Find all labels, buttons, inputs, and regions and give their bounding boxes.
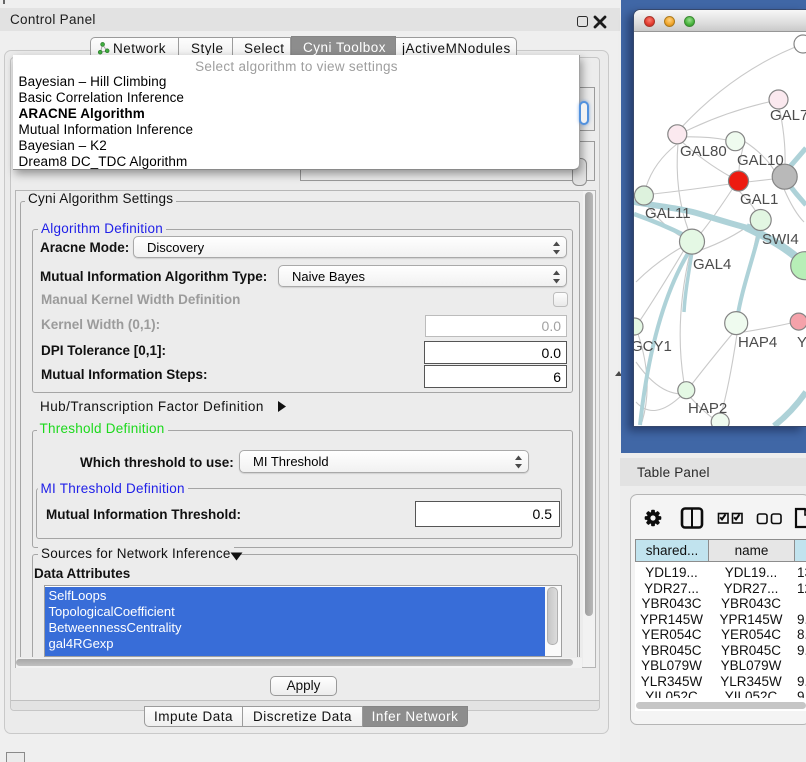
svg-text:SWI4: SWI4: [762, 231, 799, 248]
svg-text:Y: Y: [797, 334, 806, 351]
svg-text:GAL1: GAL1: [740, 191, 778, 208]
svg-text:GAL4: GAL4: [693, 256, 731, 273]
svg-text:GCY1: GCY1: [634, 338, 672, 355]
svg-text:GAL11: GAL11: [645, 205, 691, 222]
svg-text:HAP2: HAP2: [688, 400, 727, 417]
svg-text:GAL80: GAL80: [680, 143, 727, 160]
svg-text:GAL7: GAL7: [770, 107, 806, 124]
svg-text:GAL10: GAL10: [737, 152, 784, 169]
svg-text:HAP4: HAP4: [738, 334, 777, 351]
